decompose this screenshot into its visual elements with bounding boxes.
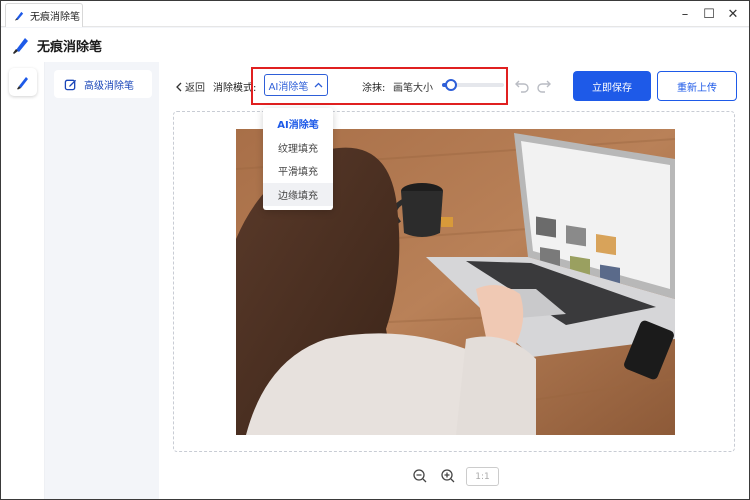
mode-option[interactable]: 纹理填充 [263,136,333,160]
eraser-tool-button[interactable] [9,68,37,96]
close-button[interactable]: ✕ [721,2,745,26]
feature-sidebar: 高级消除笔 [46,62,159,499]
chevron-left-icon [176,82,182,91]
minimize-button[interactable]: – [673,2,697,26]
save-now-button[interactable]: 立即保存 [573,71,651,101]
tab-title: 无痕消除笔 [30,12,80,23]
zoom-actual-size-button[interactable]: 1:1 [466,467,499,486]
mode-dropdown-menu: AI消除笔 纹理填充 平滑填充 边缘填充 [263,108,333,210]
window-controls: – ☐ ✕ [673,1,745,27]
maximize-icon: ☐ [703,6,715,22]
mode-option[interactable]: AI消除笔 [263,112,333,136]
close-icon: ✕ [727,6,739,22]
app-header: 无痕消除笔 [1,28,749,62]
reupload-button[interactable]: 重新上传 [657,71,737,101]
app-logo-icon [13,38,28,54]
zoom-in-icon[interactable] [441,469,455,483]
zoom-out-icon[interactable] [413,469,427,483]
sidebar-item-label: 高级消除笔 [84,80,134,92]
annotation-highlight-box [251,67,508,105]
title-bar: 无痕消除笔 – ☐ ✕ [1,1,749,27]
back-label: 返回 [185,83,205,94]
app-window: 无痕消除笔 – ☐ ✕ 无痕消除笔 高级消除笔 返回 消除模式: AI消除笔 涂… [0,0,750,500]
mode-option[interactable]: 平滑填充 [263,159,333,183]
redo-icon[interactable] [536,77,552,93]
minimize-icon: – [681,6,689,22]
sidebar-item-advanced-eraser[interactable]: 高级消除笔 [54,70,152,98]
maximize-button[interactable]: ☐ [697,2,721,26]
edit-square-icon [64,79,77,90]
app-logo-icon [14,11,24,21]
main-panel: 返回 消除模式: AI消除笔 涂抹: 画笔大小 立即保存 重新上传 AI消除笔 … [159,62,749,499]
window-tab[interactable]: 无痕消除笔 [5,3,83,27]
mode-label: 消除模式: [213,83,257,94]
app-title: 无痕消除笔 [37,39,103,55]
brush-icon [17,77,28,90]
undo-icon[interactable] [514,77,530,93]
mode-option[interactable]: 边缘填充 [263,182,333,206]
back-button[interactable]: 返回 [175,79,205,94]
tool-rail [1,62,45,499]
